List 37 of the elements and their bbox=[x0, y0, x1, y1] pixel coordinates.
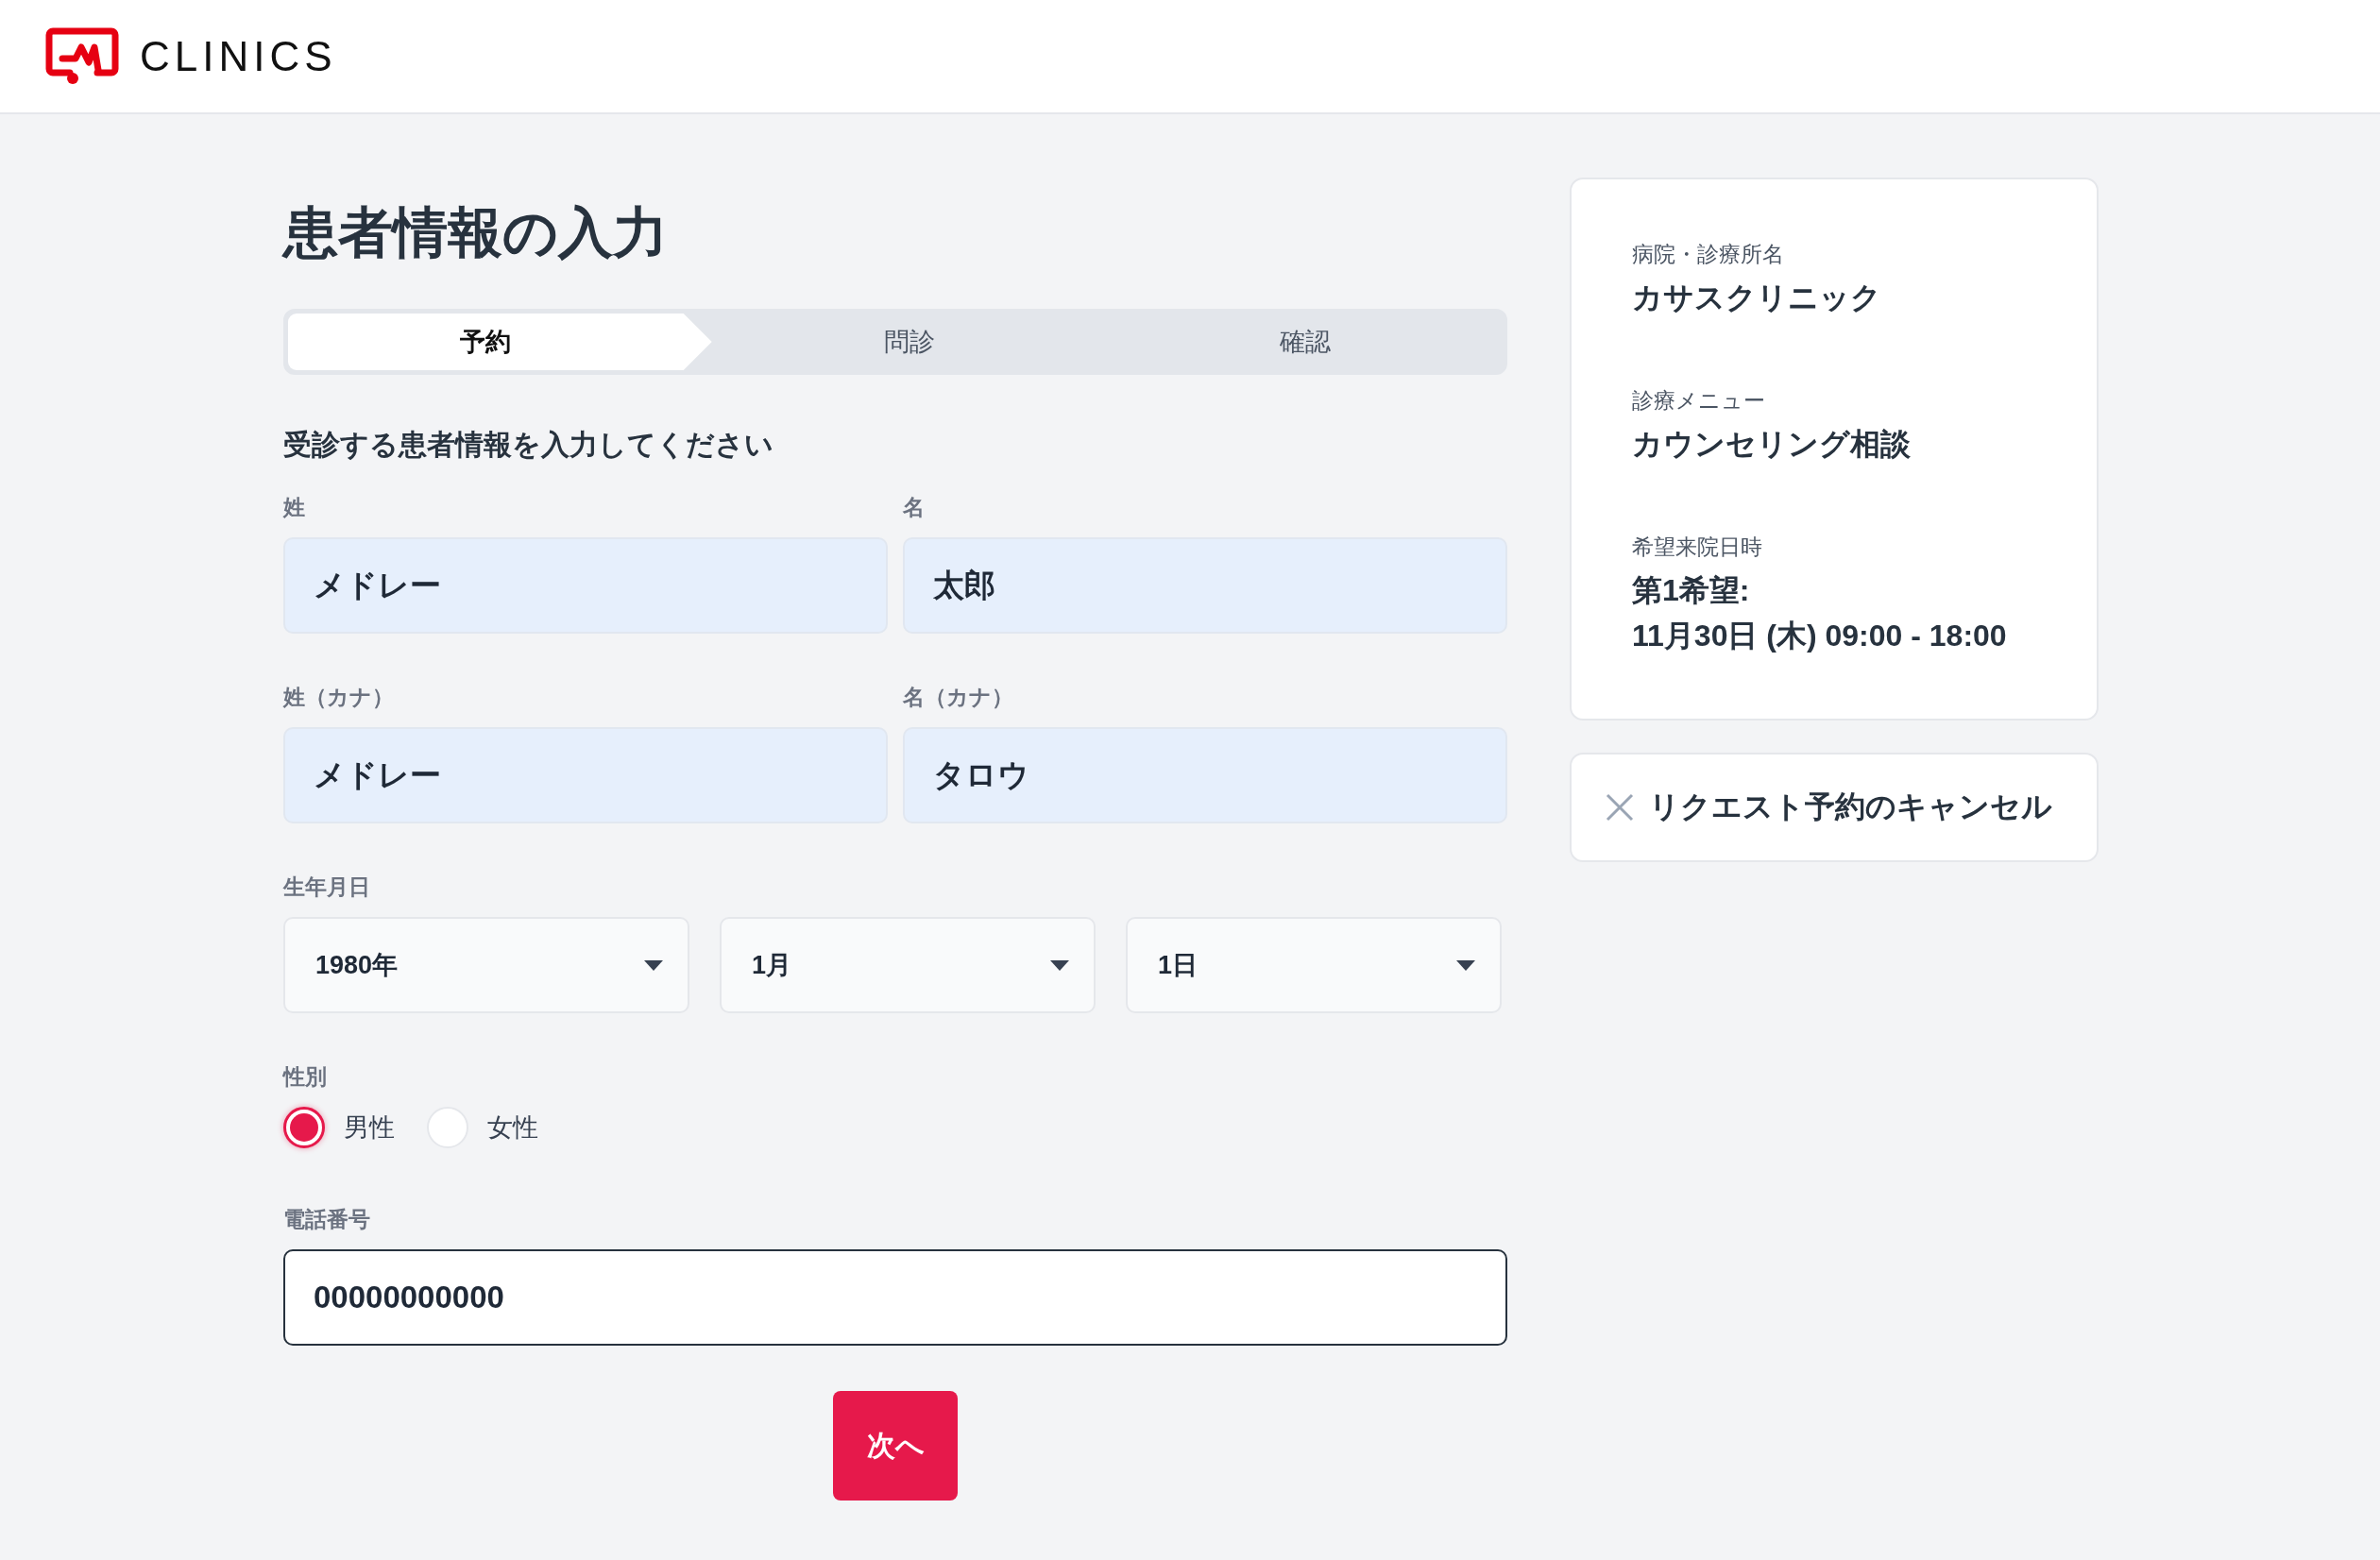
summary-value: 第1希望: bbox=[1632, 572, 1751, 609]
radio-label: 男性 bbox=[344, 1112, 395, 1144]
field-label: 姓（カナ） bbox=[283, 684, 395, 711]
summary-label: 診療メニュー bbox=[1632, 387, 1766, 415]
caret-icon bbox=[1456, 959, 1475, 971]
step-tab[interactable]: 確認 bbox=[1107, 314, 1503, 370]
radio-button[interactable] bbox=[283, 1107, 325, 1148]
summary-value: カサスクリニック bbox=[1632, 280, 1882, 316]
caret-icon bbox=[1050, 959, 1069, 971]
summary-value: 11月30日 (木) 09:00 - 18:00 bbox=[1632, 618, 2008, 654]
cancel-button[interactable]: リクエスト予約のキャンセル bbox=[1570, 753, 2099, 862]
field-label: 名 bbox=[903, 494, 926, 521]
input-field[interactable]: メドレー bbox=[283, 727, 888, 823]
page-title: 患者情報の入力 bbox=[283, 200, 669, 264]
summary-label: 病院・診療所名 bbox=[1632, 241, 1785, 268]
select-field[interactable]: 1日 bbox=[1126, 917, 1502, 1013]
field-label: 姓 bbox=[283, 494, 306, 521]
summary-label: 希望来院日時 bbox=[1632, 534, 1763, 561]
select-field[interactable]: 1980年 bbox=[283, 917, 689, 1013]
close-icon bbox=[1606, 793, 1634, 822]
step-tab[interactable]: 問診 bbox=[711, 314, 1108, 370]
field-label: 名（カナ） bbox=[903, 684, 1014, 711]
select-field[interactable]: 1月 bbox=[720, 917, 1096, 1013]
section-heading: 受診する患者情報を入力してください bbox=[283, 428, 774, 462]
input-field[interactable]: 00000000000 bbox=[283, 1249, 1507, 1346]
logo-icon bbox=[45, 26, 119, 86]
input-field[interactable]: タロウ bbox=[903, 727, 1507, 823]
step-tab[interactable]: 予約 bbox=[288, 314, 712, 370]
field-label: 電話番号 bbox=[283, 1206, 371, 1233]
logo-text: CLINICS bbox=[140, 32, 337, 80]
summary-value: カウンセリング相談 bbox=[1632, 426, 1912, 463]
field-label: 性別 bbox=[283, 1063, 328, 1091]
input-field[interactable]: メドレー bbox=[283, 537, 888, 634]
field-label: 生年月日 bbox=[283, 873, 371, 901]
caret-icon bbox=[644, 959, 663, 971]
next-button[interactable]: 次へ bbox=[833, 1391, 958, 1501]
radio-label: 女性 bbox=[487, 1112, 538, 1144]
